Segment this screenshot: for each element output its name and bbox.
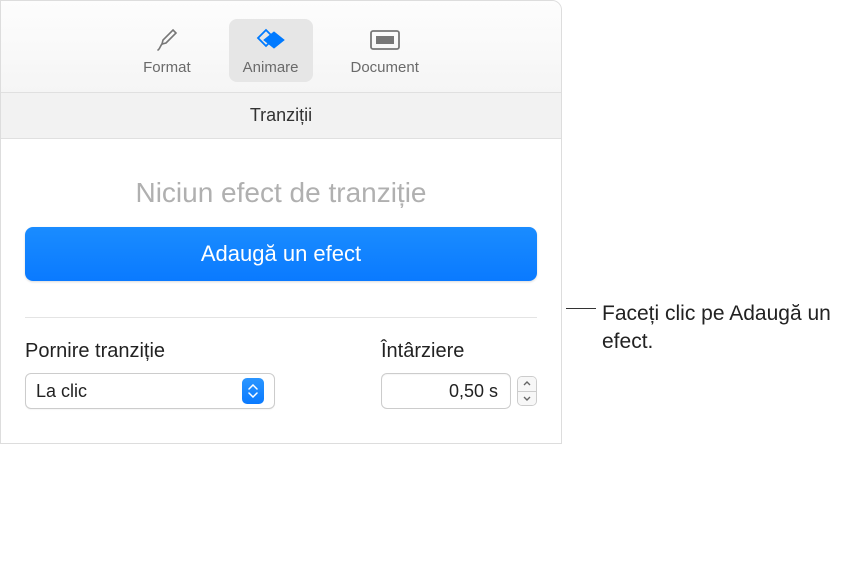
start-value: La clic (36, 381, 242, 402)
section-title: Tranziții (1, 93, 561, 139)
stepper-up-button[interactable] (518, 377, 536, 392)
callout-line (566, 308, 596, 309)
tab-animate[interactable]: Animare (229, 19, 313, 82)
tab-format-label: Format (143, 59, 191, 76)
no-effect-text: Niciun efect de tranziție (25, 177, 537, 209)
chevron-up-icon (523, 381, 531, 386)
callout-text: Faceți clic pe Adaugă un efect. (602, 300, 852, 357)
delay-label: Întârziere (381, 340, 537, 363)
inspector-panel: Format Animare Document Tranziții Niciun (0, 0, 562, 444)
toolbar: Format Animare Document (1, 1, 561, 93)
tab-animate-label: Animare (243, 59, 299, 76)
delay-input[interactable] (381, 373, 511, 409)
document-icon (369, 25, 401, 55)
start-transition-select[interactable]: La clic (25, 373, 275, 409)
stepper-buttons (517, 376, 537, 406)
start-label: Pornire tranziție (25, 340, 341, 363)
divider (25, 317, 537, 318)
controls-row: Pornire tranziție La clic Întârziere (25, 340, 537, 409)
tab-document-label: Document (351, 59, 419, 76)
content-area: Niciun efect de tranziție Adaugă un efec… (1, 139, 561, 443)
tab-document[interactable]: Document (337, 19, 433, 82)
add-effect-button[interactable]: Adaugă un efect (25, 227, 537, 281)
diamond-stack-icon (254, 25, 288, 55)
callout: Faceți clic pe Adaugă un efect. (566, 300, 852, 357)
delay-stepper (381, 373, 537, 409)
tab-format[interactable]: Format (129, 19, 205, 82)
chevron-down-icon (523, 396, 531, 401)
delay-group: Întârziere (381, 340, 537, 409)
stepper-down-button[interactable] (518, 392, 536, 406)
paintbrush-icon (153, 25, 181, 55)
start-transition-group: Pornire tranziție La clic (25, 340, 341, 409)
updown-arrows-icon (242, 378, 264, 404)
